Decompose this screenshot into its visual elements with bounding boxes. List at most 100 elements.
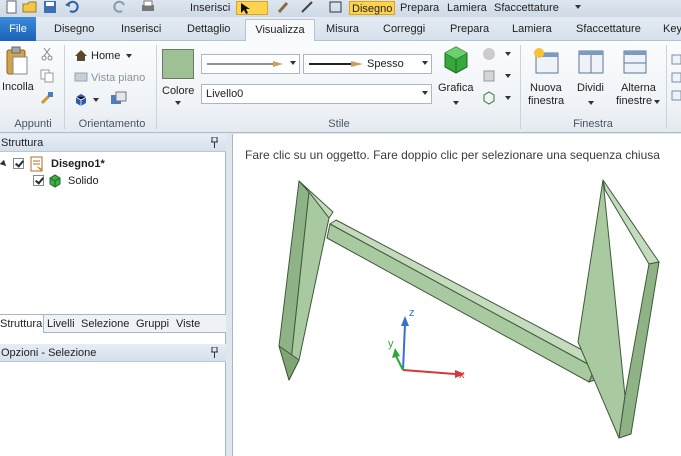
right-plate-face[interactable] (577, 179, 626, 439)
view-cube-icon[interactable] (74, 93, 88, 107)
qat-prepara[interactable]: Prepara (400, 1, 439, 15)
tab-file[interactable]: File (0, 17, 36, 41)
tree-item-drawing[interactable]: Disegno1* (0, 156, 200, 172)
tab-sfaccettature[interactable]: Sfaccettature (576, 19, 641, 41)
tree-item-solid[interactable]: Solido (0, 173, 200, 189)
cut-icon[interactable] (40, 47, 54, 61)
more-commands-icon[interactable] (671, 53, 681, 103)
chevron-down-icon[interactable] (504, 73, 512, 79)
tab-viste[interactable]: Viste (176, 315, 200, 333)
group-label-orientamento: Orientamento (78, 118, 146, 130)
thin-line-icon (207, 61, 283, 67)
tab-struttura[interactable]: Struttura (0, 315, 44, 333)
tab-livelli[interactable]: Livelli (47, 315, 75, 333)
quick-access-toolbar: Inserisci Disegno Prepara Lamiera Sfacce… (0, 0, 681, 17)
pin-icon[interactable] (211, 347, 218, 358)
layer-dropdown[interactable]: Livello0 (201, 84, 432, 104)
grafica-button[interactable]: Grafica (438, 82, 473, 94)
group-label-finestra: Finestra (573, 118, 613, 130)
tab-misura[interactable]: Misura (326, 19, 359, 41)
chevron-down-icon[interactable] (504, 95, 512, 101)
tab-disegno[interactable]: Disegno (54, 19, 94, 41)
tab-gruppi[interactable]: Gruppi (136, 315, 169, 333)
right-plate-top[interactable] (602, 179, 660, 265)
qat-disegno[interactable]: Disegno (349, 1, 396, 15)
save-icon[interactable] (42, 0, 58, 14)
tree-collapse-icon[interactable] (0, 160, 8, 168)
open-folder-icon[interactable] (22, 0, 38, 14)
nuova-finestra-label[interactable]: Nuova (530, 82, 562, 94)
home-view-button[interactable]: Home (91, 50, 120, 62)
3d-viewport[interactable]: Fare clic su un oggetto. Fare doppio cli… (232, 134, 681, 456)
copy-icon[interactable] (40, 69, 54, 83)
wireframe-cube-icon[interactable] (482, 91, 496, 105)
z-axis-arrow (401, 316, 409, 326)
alterna-finestre-label2[interactable]: finestre (616, 95, 652, 107)
tab-visualizza[interactable]: Visualizza (245, 19, 315, 42)
select-frame-icon[interactable] (328, 0, 344, 14)
z-axis-label: z (409, 307, 415, 319)
incolla-button[interactable]: Incolla (2, 81, 34, 93)
right-plate-side[interactable] (618, 261, 660, 439)
solid-name: Solido (68, 175, 99, 187)
pin-icon[interactable] (211, 137, 218, 148)
panel-tab-strip: Struttura Livelli Selezione Gruppi Viste (0, 314, 226, 333)
colore-button[interactable]: Colore (162, 85, 194, 97)
tab-dettaglio[interactable]: Dettaglio (187, 19, 230, 41)
beam-face[interactable] (326, 223, 596, 383)
tab-key[interactable]: Key (663, 19, 681, 41)
color-swatch[interactable] (162, 49, 194, 79)
options-panel-title: Opzioni - Selezione (1, 347, 97, 359)
chevron-down-icon[interactable] (125, 53, 133, 59)
alterna-finestre-label[interactable]: Alterna (621, 82, 656, 94)
cube-shaded-icon[interactable] (482, 69, 496, 83)
paste-clipboard-icon[interactable] (5, 46, 29, 76)
layer-value: Livello0 (206, 88, 244, 100)
split-window-icon[interactable] (577, 47, 605, 75)
qat-sfaccettature[interactable]: Sfaccettature (494, 1, 559, 15)
tab-lamiera[interactable]: Lamiera (512, 19, 552, 41)
new-window-icon[interactable] (532, 47, 560, 75)
solid-visibility-checkbox[interactable] (33, 175, 44, 186)
line-weight-dropdown[interactable]: Spesso (303, 54, 432, 74)
chevron-down-icon[interactable] (504, 51, 512, 57)
redo-icon[interactable] (112, 0, 128, 14)
format-painter-icon[interactable] (40, 91, 54, 105)
drawing-visibility-checkbox[interactable] (13, 158, 24, 169)
solid-model[interactable] (278, 179, 660, 439)
select-arrow-button[interactable] (236, 1, 268, 15)
vista-piano-button[interactable]: Vista piano (91, 72, 145, 84)
model-canvas[interactable]: z y x (233, 134, 681, 456)
chevron-down-icon[interactable] (174, 100, 182, 106)
qat-inserisci[interactable]: Inserisci (190, 1, 230, 15)
graphics-cube-icon[interactable] (442, 45, 470, 77)
tab-selezione[interactable]: Selezione (81, 315, 129, 333)
new-document-icon[interactable] (4, 0, 20, 14)
qat-lamiera[interactable]: Lamiera (447, 1, 487, 15)
pencil-icon[interactable] (300, 0, 316, 14)
tab-correggi[interactable]: Correggi (383, 19, 425, 41)
beam-top[interactable] (329, 219, 606, 369)
solid-cube-icon (49, 174, 61, 188)
switch-windows-icon[interactable] (621, 47, 649, 75)
brush-icon[interactable] (276, 0, 292, 14)
chevron-down-icon[interactable] (653, 99, 661, 105)
dividi-button[interactable]: Dividi (577, 82, 604, 94)
tab-prepara[interactable]: Prepara (450, 19, 489, 41)
x-axis-label: x (459, 369, 465, 381)
sphere-icon[interactable] (482, 47, 496, 61)
chevron-down-icon[interactable] (587, 100, 595, 106)
options-panel-header: Opzioni - Selezione (0, 344, 226, 362)
undo-icon[interactable] (64, 0, 80, 14)
nuova-finestra-label2[interactable]: finestra (528, 95, 564, 107)
x-axis (402, 369, 456, 375)
print-icon[interactable] (140, 0, 156, 14)
ribbon-panel: Incolla Appunti Home Vista piano Orienta… (0, 41, 681, 133)
line-type-dropdown[interactable] (201, 54, 300, 74)
chevron-down-icon[interactable] (92, 97, 100, 103)
chevron-down-icon[interactable] (452, 100, 460, 106)
tab-inserisci[interactable]: Inserisci (121, 19, 161, 41)
customize-dropdown-icon[interactable] (570, 0, 586, 14)
drawing-name: Disegno1* (51, 158, 105, 170)
views-stack-icon[interactable] (110, 91, 128, 107)
